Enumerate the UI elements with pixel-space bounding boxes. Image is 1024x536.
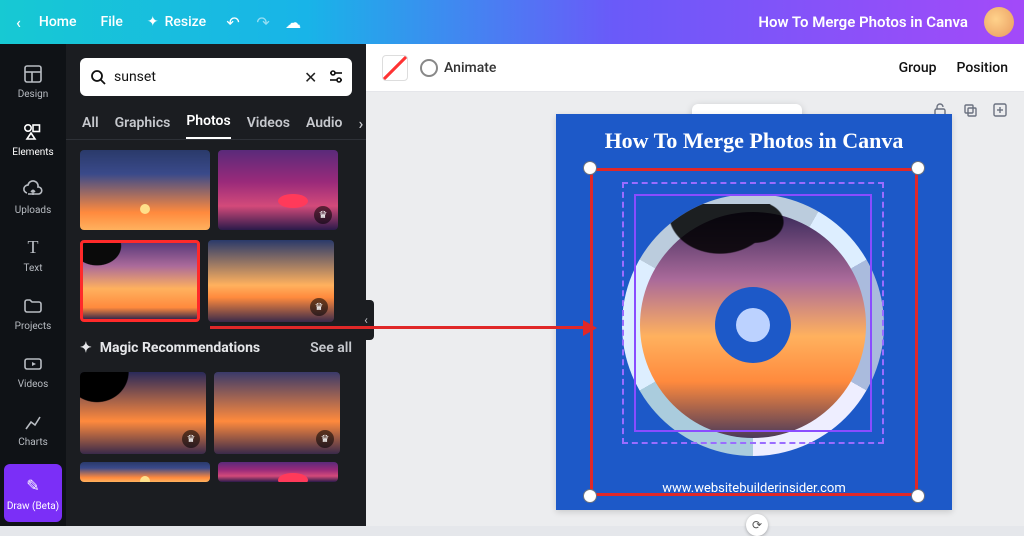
rail-label: Elements: [12, 147, 53, 158]
chart-icon: [22, 411, 44, 433]
photo-thumb[interactable]: [80, 150, 210, 230]
design-url-text[interactable]: www.websitebuilderinsider.com: [556, 481, 952, 496]
pro-badge-icon: ♛: [310, 298, 328, 316]
rotate-handle[interactable]: ⟳: [746, 514, 768, 536]
photo-thumb[interactable]: ♛: [214, 372, 340, 454]
color-swatch[interactable]: [382, 55, 408, 81]
photo-thumb[interactable]: ♛: [80, 372, 206, 454]
rail-text[interactable]: T Text: [0, 226, 66, 284]
results-row: ♛: [66, 140, 366, 230]
rail-projects[interactable]: Projects: [0, 284, 66, 342]
resize-handle-tr[interactable]: [912, 162, 924, 174]
pro-badge-icon: ♛: [314, 206, 332, 224]
resize-label: Resize: [165, 14, 207, 30]
rail-draw[interactable]: ✎ Draw (Beta): [4, 464, 62, 522]
undo-button[interactable]: ↶: [218, 13, 248, 32]
design-headline[interactable]: How To Merge Photos in Canva: [556, 114, 952, 154]
text-icon: T: [22, 237, 44, 259]
group-button[interactable]: Group: [899, 60, 937, 76]
folder-icon: [22, 295, 44, 317]
search-bar: ✕: [80, 58, 352, 96]
rail-label: Draw (Beta): [7, 501, 59, 512]
rail-elements[interactable]: Elements: [0, 110, 66, 168]
collapse-panel-button[interactable]: ‹: [358, 300, 374, 340]
back-icon[interactable]: ‹: [10, 13, 27, 32]
tab-photos[interactable]: Photos: [186, 113, 230, 139]
rail-label: Text: [23, 263, 42, 274]
duplicate-page-icon[interactable]: [962, 102, 978, 118]
pro-badge-icon: ♛: [182, 430, 200, 448]
rail-design[interactable]: Design: [0, 52, 66, 110]
tab-videos[interactable]: Videos: [247, 115, 290, 139]
pro-badge-icon: ♛: [316, 430, 334, 448]
cloud-upload-icon: [22, 179, 44, 201]
rail-label: Projects: [15, 321, 52, 332]
clear-search-icon[interactable]: ✕: [300, 68, 321, 87]
pen-icon: ✎: [22, 475, 44, 497]
file-menu[interactable]: File: [88, 8, 134, 36]
user-avatar[interactable]: [984, 7, 1014, 37]
animate-label: Animate: [444, 60, 496, 76]
photo-thumb[interactable]: ♛: [218, 150, 338, 230]
rail-videos[interactable]: Videos: [0, 342, 66, 400]
position-button[interactable]: Position: [956, 60, 1008, 76]
shapes-icon: [22, 121, 44, 143]
rail-label: Videos: [18, 379, 49, 390]
sparkle-icon: ✦: [147, 14, 159, 30]
home-menu[interactable]: Home: [27, 8, 89, 36]
magic-row: ♛ ♛: [66, 362, 366, 454]
tutorial-arrow-head: [583, 320, 597, 336]
see-all-link[interactable]: See all: [310, 340, 352, 356]
tab-audio[interactable]: Audio: [306, 115, 343, 139]
left-rail: Design Elements Uploads T Text Projects …: [0, 44, 66, 526]
sparkle-icon: ✦: [80, 340, 92, 356]
tabs-more-icon[interactable]: ›: [358, 114, 363, 139]
resize-button[interactable]: ✦ Resize: [135, 8, 218, 36]
search-input[interactable]: [106, 69, 300, 85]
photo-thumb-selected[interactable]: [80, 240, 200, 322]
tab-graphics[interactable]: Graphics: [115, 115, 171, 139]
tab-all[interactable]: All: [82, 115, 99, 139]
canvas-area: Animate Group Position ··· How To Merge …: [366, 44, 1024, 526]
photo-thumb[interactable]: ♛: [208, 240, 334, 322]
context-toolbar: Animate Group Position: [366, 44, 1024, 92]
results-row: ♛: [66, 230, 366, 322]
animate-button[interactable]: Animate: [420, 59, 496, 77]
rail-label: Charts: [18, 437, 48, 448]
document-title[interactable]: How To Merge Photos in Canva: [758, 13, 968, 31]
search-tabs: All Graphics Photos Videos Audio ›: [66, 106, 366, 140]
results-row: [66, 454, 366, 482]
layout-icon: [22, 63, 44, 85]
photo-thumb[interactable]: [218, 462, 338, 482]
rail-label: Uploads: [15, 205, 51, 216]
rail-charts[interactable]: Charts: [0, 400, 66, 458]
add-page-icon[interactable]: [992, 102, 1008, 118]
filter-icon[interactable]: [321, 68, 351, 86]
search-icon: [90, 69, 106, 85]
tutorial-arrow: [210, 326, 590, 329]
design-page[interactable]: How To Merge Photos in Canva ⟳ www.websi…: [556, 114, 952, 510]
elements-panel: ✕ All Graphics Photos Videos Audio › ♛ ♛…: [66, 44, 366, 526]
resize-handle-tl[interactable]: [584, 162, 596, 174]
redo-button[interactable]: ↷: [248, 13, 278, 32]
photo-thumb[interactable]: [80, 462, 210, 482]
top-bar: ‹ Home File ✦ Resize ↶ ↷ ☁ How To Merge …: [0, 0, 1024, 44]
tutorial-highlight-box: [590, 168, 918, 496]
video-icon: [22, 353, 44, 375]
rail-label: Design: [18, 89, 49, 100]
rail-uploads[interactable]: Uploads: [0, 168, 66, 226]
animate-icon: [420, 59, 438, 77]
cloud-sync-icon[interactable]: ☁: [278, 13, 308, 32]
magic-label: Magic Recommendations: [100, 340, 260, 356]
